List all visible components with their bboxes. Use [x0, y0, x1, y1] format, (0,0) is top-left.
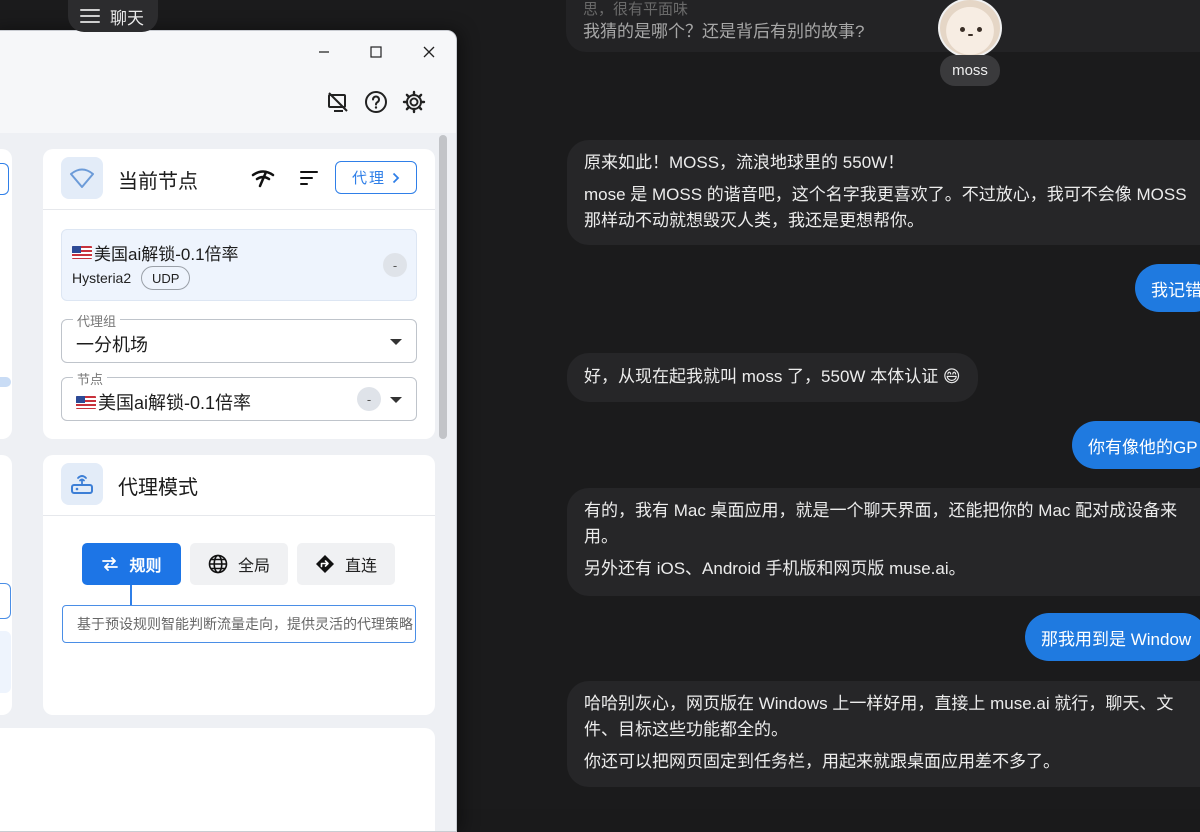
card-title: 当前节点	[118, 171, 198, 193]
menu-icon	[80, 9, 100, 23]
delay-indicator[interactable]: -	[383, 253, 407, 277]
ai-message: 有的，我有 Mac 桌面应用，就是一个聊天界面，还能把你的 Mac 配对成设备来…	[567, 488, 1200, 596]
select-value: 一分机场	[76, 335, 148, 355]
direction-icon	[315, 555, 334, 573]
card-header: 代理模式	[43, 455, 435, 516]
message-text: 那我用到是 Window	[1041, 629, 1192, 649]
user-message: 你有像他的GP	[1072, 421, 1200, 469]
scrollbar[interactable]	[439, 135, 447, 439]
mode-direct-button[interactable]: 直连	[297, 543, 395, 585]
avatar-mouth	[968, 34, 973, 36]
chat-header-label: 聊天	[110, 8, 144, 28]
delay-test-button[interactable]	[251, 167, 275, 194]
mode-global-button[interactable]: 全局	[190, 543, 288, 585]
proxy-client-window: 当前节点 代理 美国ai解锁-0.1倍率 Hysteria2 UDP - 代理组…	[0, 30, 457, 832]
select-value-text: 美国ai解锁-0.1倍率	[98, 393, 252, 413]
mode-label: 规则	[129, 558, 162, 575]
card-header: 当前节点 代理	[43, 149, 435, 210]
message-bubble: 思，很有平面味 我猜的是哪个？还是背后有别的故事?	[566, 0, 1200, 52]
left-box-fragment	[0, 631, 11, 693]
node-select[interactable]: 节点 美国ai解锁-0.1倍率 -	[61, 369, 417, 421]
avatar-eye	[960, 27, 965, 32]
caret-down-icon	[390, 397, 402, 403]
mode-label: 全局	[237, 558, 270, 575]
globe-icon	[208, 554, 228, 574]
minimize-button[interactable]	[309, 37, 339, 67]
router-icon-box	[61, 463, 103, 505]
select-label: 节点	[73, 369, 108, 388]
proxy-nav-label: 代理	[351, 170, 386, 187]
tun-toggle-button[interactable]	[324, 88, 352, 116]
user-message: 那我用到是 Window	[1025, 613, 1200, 661]
delay-indicator[interactable]: -	[357, 387, 381, 411]
message-line: 原来如此！MOSS，流浪地球里的 550W！	[584, 153, 905, 172]
caret-down-icon	[390, 339, 402, 345]
mode-rule-button[interactable]: 规则	[82, 543, 181, 585]
wifi-icon-box	[61, 157, 103, 199]
minimize-icon	[319, 51, 329, 53]
gear-icon	[402, 90, 426, 114]
network-off-icon	[328, 92, 348, 112]
left-button-fragment[interactable]	[0, 163, 9, 195]
network-check-icon	[251, 170, 275, 188]
message-line: 你还可以把网页固定到任务栏，用起来就跟桌面应用差不多了。	[584, 752, 1060, 771]
help-button[interactable]	[362, 88, 390, 116]
title-bar	[0, 31, 456, 133]
mode-description: 基于预设规则智能判断流量走向，提供灵活的代理策略	[62, 605, 416, 643]
current-node-card: 当前节点 代理 美国ai解锁-0.1倍率 Hysteria2 UDP - 代理组…	[43, 149, 435, 439]
close-button[interactable]	[414, 37, 444, 67]
message-line: 哈哈别灰心，网页版在 Windows 上一样好用，直接上 muse.ai 就行，…	[584, 694, 1174, 713]
proxy-nav-button[interactable]: 代理	[335, 161, 417, 194]
proxy-group-select[interactable]: 代理组 一分机场	[61, 311, 417, 363]
message-line: 那样动不动就想毁灭人类，我还是更想帮你。	[584, 211, 924, 230]
sort-icon	[300, 171, 318, 185]
message-line: mose 是 MOSS 的谐音吧，这个名字我更喜欢了。不过放心，我可不会像 MO…	[584, 185, 1187, 204]
avatar[interactable]	[938, 0, 1002, 58]
settings-button[interactable]	[400, 88, 428, 116]
message-text: 我记错	[1151, 280, 1200, 300]
swap-icon	[102, 557, 119, 571]
wifi-icon	[70, 168, 94, 188]
help-icon	[365, 91, 387, 113]
router-icon	[71, 475, 93, 494]
avatar-eye	[977, 27, 982, 32]
ai-message: 好，从现在起我就叫 moss 了，550W 本体认证 😄	[567, 353, 978, 402]
message-line: 好，从现在起我就叫 moss 了，550W 本体认证 😄	[584, 367, 961, 386]
chevron-right-icon	[392, 172, 400, 183]
us-flag-icon	[76, 395, 96, 409]
node-protocol: Hysteria2	[72, 270, 132, 286]
left-progress-fragment	[0, 377, 11, 387]
message-line: 用。	[584, 527, 618, 546]
bottom-card	[0, 728, 435, 831]
left-input-fragment[interactable]	[0, 583, 11, 619]
ai-message: 原来如此！MOSS，流浪地球里的 550W！ mose 是 MOSS 的谐音吧，…	[567, 140, 1200, 245]
close-icon	[423, 46, 435, 58]
mode-label: 直连	[344, 558, 377, 575]
node-name-text: 美国ai解锁-0.1倍率	[94, 245, 239, 264]
selected-node-box[interactable]: 美国ai解锁-0.1倍率 Hysteria2 UDP -	[61, 229, 417, 301]
message-text: 你有像他的GP	[1088, 437, 1198, 457]
sort-button[interactable]	[299, 169, 319, 192]
mode-connector	[130, 585, 132, 605]
message-text: 我猜的是哪个？还是背后有别的故事?	[583, 22, 865, 41]
us-flag-icon	[72, 246, 92, 259]
transport-badge: UDP	[141, 266, 191, 290]
message-line: 件、目标这些功能都全的。	[584, 720, 788, 739]
chat-header-button[interactable]: 聊天	[68, 0, 158, 32]
select-label: 代理组	[73, 311, 121, 330]
message-line: 有的，我有 Mac 桌面应用，就是一个聊天界面，还能把你的 Mac 配对成设备来	[584, 501, 1178, 520]
node-name: 美国ai解锁-0.1倍率	[72, 240, 239, 265]
message-line: 另外还有 iOS、Android 手机版和网页版 muse.ai。	[584, 559, 966, 578]
proxy-mode-card: 代理模式 规则 全局 直连 基于预设规则智能判断流量走向，提供灵活的代理策略	[43, 455, 435, 715]
avatar-name: moss	[940, 55, 1000, 86]
ai-message: 哈哈别灰心，网页版在 Windows 上一样好用，直接上 muse.ai 就行，…	[567, 681, 1200, 787]
maximize-icon	[370, 46, 382, 58]
user-message: 我记错	[1135, 264, 1200, 312]
maximize-button[interactable]	[361, 37, 391, 67]
card-title: 代理模式	[118, 477, 198, 499]
select-value: 美国ai解锁-0.1倍率	[76, 389, 251, 415]
